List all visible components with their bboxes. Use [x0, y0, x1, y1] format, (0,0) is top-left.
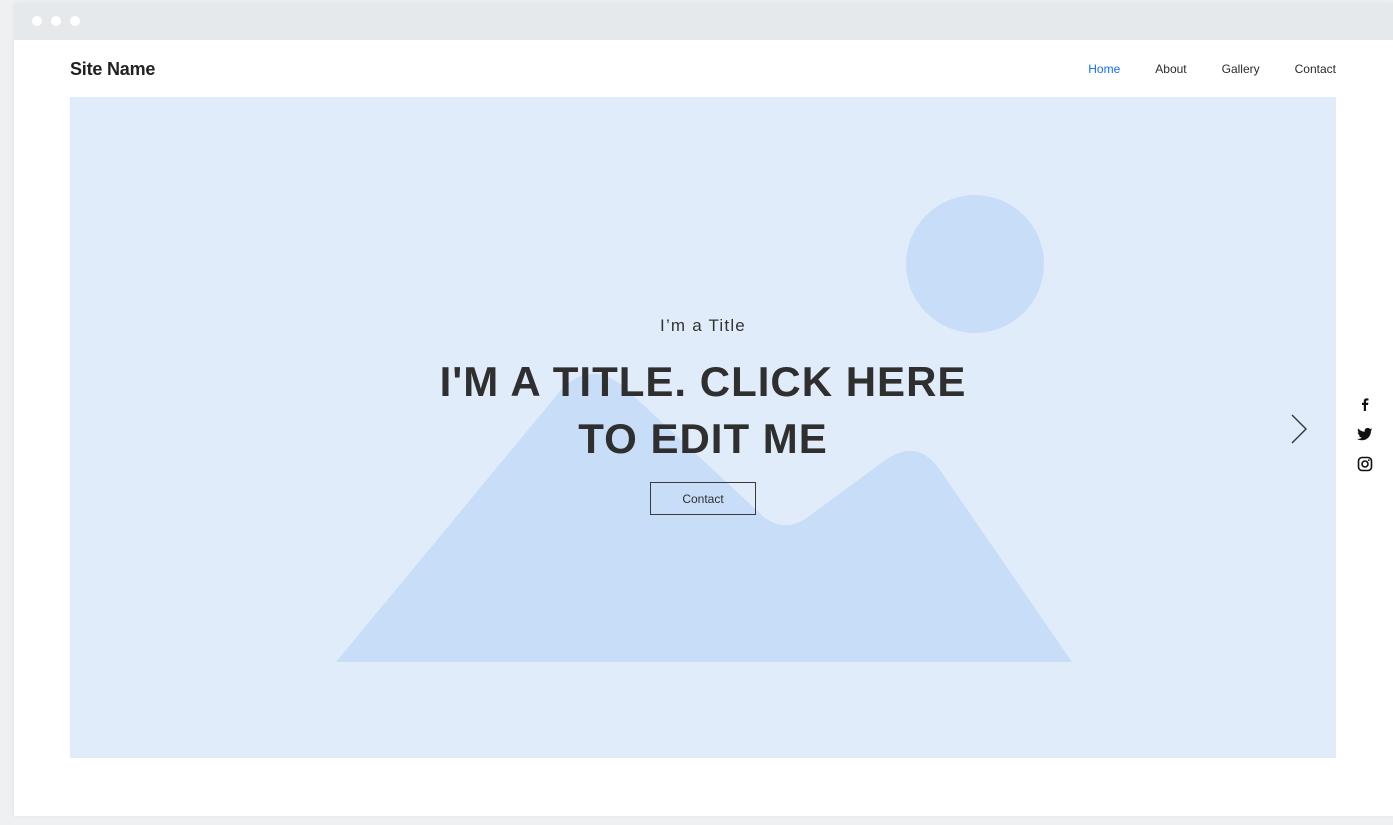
nav-item-gallery[interactable]: Gallery [1222, 62, 1260, 76]
twitter-icon[interactable] [1353, 419, 1377, 449]
nav-item-about[interactable]: About [1155, 62, 1186, 76]
hero-subtitle: I’m a Title [660, 316, 746, 335]
site-name[interactable]: Site Name [70, 59, 155, 80]
window-dot-icon [32, 16, 42, 26]
contact-button[interactable]: Contact [650, 482, 756, 515]
hero-headline-line-1: I'M A TITLE. CLICK HERE [439, 358, 967, 405]
nav-item-home[interactable]: Home [1088, 62, 1120, 76]
social-bar [1353, 389, 1377, 479]
facebook-icon[interactable] [1353, 389, 1377, 419]
chevron-right-icon[interactable] [1288, 413, 1310, 445]
main-nav: Home About Gallery Contact [1088, 62, 1336, 76]
instagram-icon[interactable] [1353, 449, 1377, 479]
browser-window: Site Name Home About Gallery Contact I’m… [14, 3, 1393, 816]
hero-headline: I'M A TITLE. CLICK HERE TO EDIT ME [70, 353, 1336, 467]
placeholder-sun-shape [906, 195, 1044, 333]
window-dot-icon [70, 16, 80, 26]
browser-chrome-bar [14, 3, 1393, 40]
window-dot-icon [51, 16, 61, 26]
hero-headline-line-2: TO EDIT ME [578, 415, 828, 462]
hero-slide: I’m a Title I'M A TITLE. CLICK HERE TO E… [70, 97, 1336, 758]
nav-item-contact[interactable]: Contact [1295, 62, 1336, 76]
